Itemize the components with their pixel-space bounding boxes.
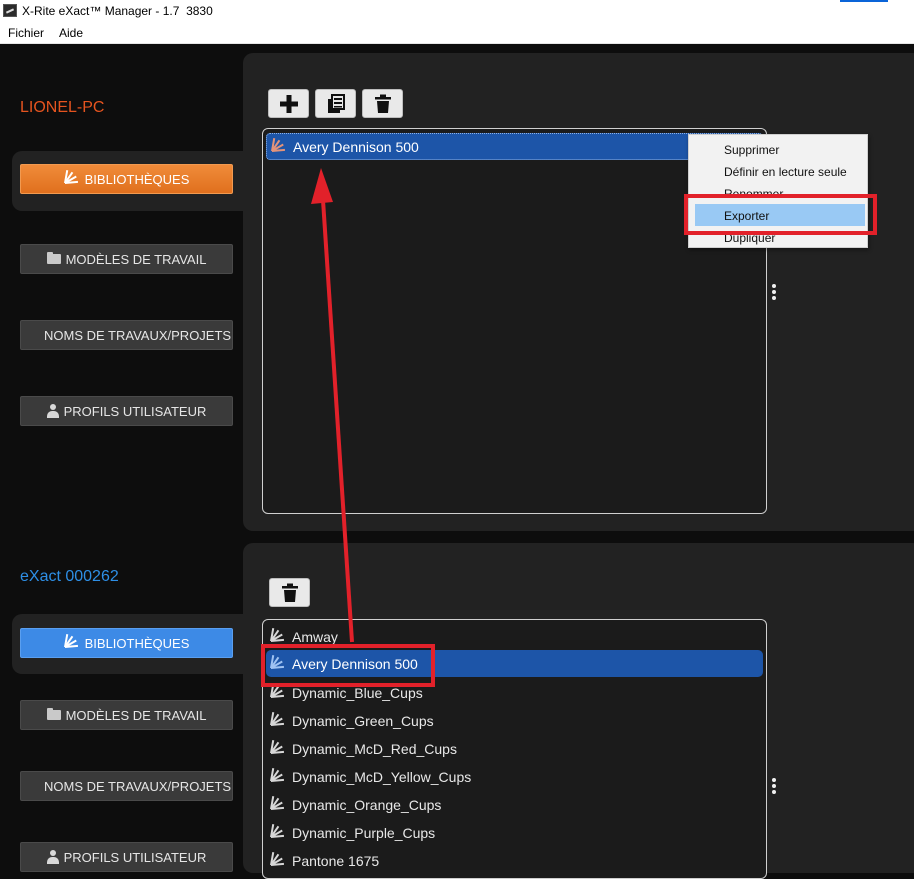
trash-icon [374,94,391,113]
library-icon [271,137,287,153]
list-item[interactable]: Dynamic_McD_Yellow_Cups [266,763,763,790]
library-icon [270,767,286,783]
nav-label: NOMS DE TRAVAUX/PROJETS [44,778,232,794]
nav-label: PROFILS UTILISATEUR [63,849,207,865]
nav-label: NOMS DE TRAVAUX/PROJETS [44,327,232,343]
menu-bar: Fichier Aide [0,22,914,44]
list-item-label: Dynamic_Green_Cups [292,712,434,729]
list-item-label: Amway [292,628,338,645]
library-icon [63,634,80,649]
nav-label: BIBLIOTHÈQUES [84,635,190,651]
nav-label: MODÈLES DE TRAVAIL [65,251,207,267]
library-icon [270,683,286,699]
device-name: eXact 000262 [20,568,119,585]
library-icon [63,170,80,185]
list-item-label: Pantone 1675 [292,852,380,869]
list-item-label: Avery Dennison 500 [293,138,419,155]
nav-label: MODÈLES DE TRAVAIL [65,707,207,723]
list-item[interactable]: Dynamic_Green_Cups [266,707,763,734]
list-item[interactable]: Pantone 1675 [266,847,763,874]
context-menu-lecture-seule[interactable]: Définir en lecture seule [724,165,847,179]
copy-icon [327,93,345,113]
nav-noms-de-travaux-device[interactable]: NOMS DE TRAVAUX/PROJETS [20,771,233,801]
add-library-button[interactable] [268,89,309,118]
title-bar: X-Rite eXact™ Manager - 1.7 3830 [0,0,914,22]
folder-icon [46,708,61,720]
nav-bibliotheques-pc[interactable]: BIBLIOTHÈQUES [20,164,233,194]
nav-bibliotheques-device[interactable]: BIBLIOTHÈQUES [20,628,233,658]
nav-label: PROFILS UTILISATEUR [63,403,207,419]
nav-noms-de-travaux-pc[interactable]: NOMS DE TRAVAUX/PROJETS [20,320,233,350]
library-icon [270,711,286,727]
more-options-icon[interactable] [772,284,777,300]
more-options-icon[interactable] [772,778,777,794]
delete-library-button[interactable] [362,89,403,118]
folder-icon [46,252,61,264]
nav-profils-utilisateur-pc[interactable]: PROFILS UTILISATEUR [20,396,233,426]
delete-device-library-button[interactable] [269,578,310,607]
annotation-highlight-item [261,644,435,687]
pc-device-name: LIONEL-PC [20,99,105,116]
annotation-highlight-exporter [684,194,877,235]
list-item-label: Dynamic_McD_Red_Cups [292,740,457,757]
list-item-label: Dynamic_Orange_Cups [292,796,442,813]
library-icon [270,739,286,755]
menu-aide[interactable]: Aide [59,26,83,40]
add-icon [279,94,298,113]
trash-icon [281,583,298,602]
list-item[interactable]: Dynamic_McD_Red_Cups [266,735,763,762]
library-icon [270,823,286,839]
nav-label: BIBLIOTHÈQUES [84,171,190,187]
context-menu-supprimer[interactable]: Supprimer [724,143,779,157]
window-control-accent [840,0,888,2]
nav-modeles-de-travail-device[interactable]: MODÈLES DE TRAVAIL [20,700,233,730]
library-icon [270,851,286,867]
library-icon [270,795,286,811]
user-icon [46,850,59,864]
window-title: X-Rite eXact™ Manager - 1.7 3830 [22,4,213,18]
list-item[interactable]: Dynamic_Purple_Cups [266,819,763,846]
library-icon [270,627,286,643]
nav-modeles-de-travail-pc[interactable]: MODÈLES DE TRAVAIL [20,244,233,274]
nav-profils-utilisateur-device[interactable]: PROFILS UTILISATEUR [20,842,233,872]
app-icon [3,4,17,17]
list-item-label: Dynamic_McD_Yellow_Cups [292,768,472,785]
list-item[interactable]: Dynamic_Orange_Cups [266,791,763,818]
user-icon [46,404,59,418]
list-item-label: Dynamic_Purple_Cups [292,824,436,841]
copy-library-button[interactable] [315,89,356,118]
menu-fichier[interactable]: Fichier [8,26,44,40]
